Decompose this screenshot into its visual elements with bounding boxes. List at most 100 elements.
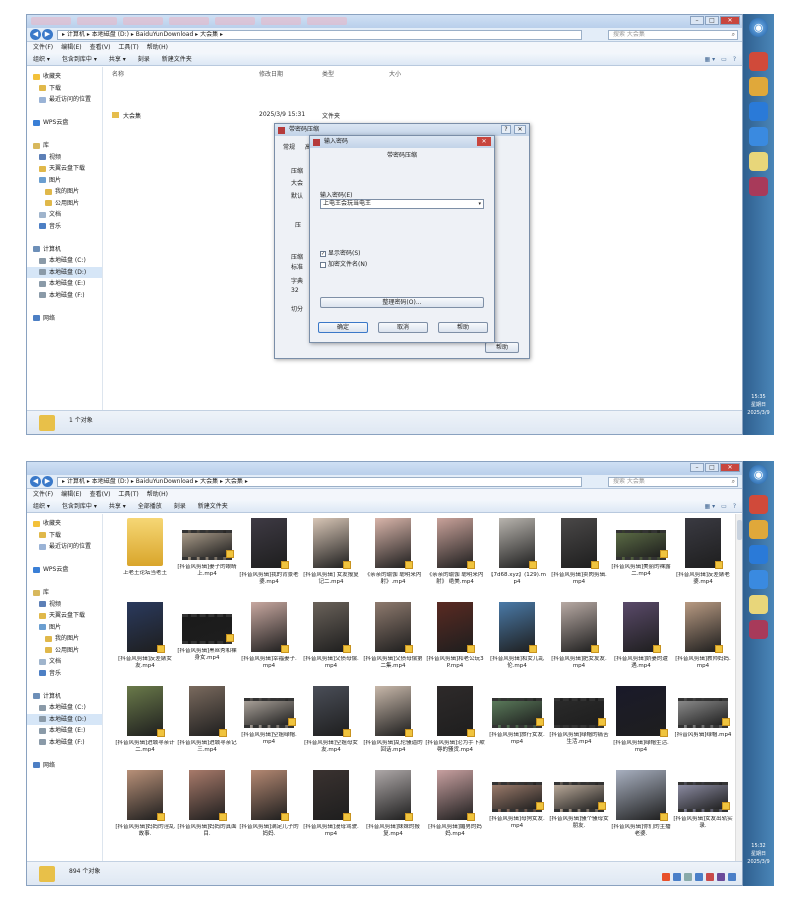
video-file-item[interactable]: [抖音风剪辑]妈妈的淫乱故事. xyxy=(114,770,176,854)
video-file-item[interactable]: [抖音风剪辑]反差婊老婆.mp4 xyxy=(672,518,734,602)
sidebar-item[interactable]: 库 xyxy=(27,140,102,152)
sidebar-item[interactable]: 文档 xyxy=(27,656,102,668)
sidebar-item[interactable]: 本地磁盘 (E:) xyxy=(27,278,102,290)
menu-tools[interactable]: 工具(T) xyxy=(118,42,138,53)
password-input[interactable]: 上电王会玩当电王 ▾ xyxy=(320,199,484,209)
sidebar-item[interactable]: WPS云盘 xyxy=(27,564,102,576)
menu-help[interactable]: 帮助(H) xyxy=(147,42,168,53)
sidebar-item[interactable]: 网络 xyxy=(27,760,102,772)
send-icon[interactable] xyxy=(749,570,768,589)
sogou-ime-icon[interactable] xyxy=(662,873,670,881)
table-row[interactable]: 大会集 2025/3/9 15:31 文件夹 xyxy=(112,111,742,121)
chrome-icon[interactable] xyxy=(749,520,768,539)
include-in-library-button[interactable]: 包含到库中 ▾ xyxy=(62,500,97,512)
cancel-button[interactable]: 取消 xyxy=(378,322,428,333)
video-file-item[interactable]: [抖音风剪辑]母狗女友.mp4 xyxy=(486,770,548,854)
menu-edit[interactable]: 编辑(E) xyxy=(61,42,81,53)
help-button[interactable]: 帮助 xyxy=(438,322,488,333)
video-file-item[interactable]: [抖音风剪辑]女友出轨实录. xyxy=(672,770,734,854)
video-file-item[interactable]: [抖音风剪辑]你们的主播老婆. xyxy=(610,770,672,854)
sidebar-item[interactable]: 本地磁盘 (D:) xyxy=(27,713,102,725)
video-file-item[interactable]: [抖音风剪辑]空姐绿帽.mp4 xyxy=(238,686,300,770)
video-file-item[interactable]: [抖音风剪辑]进城寻亲计二.mp4 xyxy=(114,686,176,770)
forward-arrow-icon[interactable]: ▶ xyxy=(42,29,53,40)
sidebar-item[interactable]: 下载 xyxy=(27,530,102,542)
burn-button[interactable]: 刻录 xyxy=(138,53,150,65)
sidebar-item[interactable]: 本地磁盘 (F:) xyxy=(27,737,102,749)
search-input[interactable]: 搜索 大会集 ⌕ xyxy=(608,30,738,40)
sidebar-item[interactable]: 本地磁盘 (F:) xyxy=(27,290,102,302)
sidebar-item[interactable]: 文档 xyxy=(27,209,102,221)
notes-icon[interactable] xyxy=(749,595,768,614)
video-file-item[interactable]: [抖音风剪辑]幸福妻子.mp4 xyxy=(238,602,300,686)
show-password-checkbox[interactable]: ✓ 显示密码(S) xyxy=(320,248,361,257)
video-file-item[interactable]: [抖音风剪辑]和老公玩3P.mp4 xyxy=(424,602,486,686)
dialog-help-icon[interactable]: ? xyxy=(501,125,511,134)
scrollbar-thumb[interactable] xyxy=(737,520,742,540)
sidebar-item[interactable]: 库 xyxy=(27,587,102,599)
ime-keyboard-icon[interactable] xyxy=(706,873,714,881)
menu-file[interactable]: 文件(F) xyxy=(33,489,53,500)
video-file-item[interactable]: [抖音风剪辑]媚男的妈妈.mp4 xyxy=(424,770,486,854)
sidebar-item[interactable]: 我的图片 xyxy=(27,633,102,645)
include-in-library-button[interactable]: 包含到库中 ▾ xyxy=(62,53,97,65)
video-file-item[interactable]: [抖音风剪辑]妹妹的报复.mp4 xyxy=(362,770,424,854)
video-file-item[interactable]: 《亲亲的瑜伽 聪明来内射》.mp4 xyxy=(362,518,424,602)
sidebar-item[interactable]: 公用图片 xyxy=(27,198,102,210)
video-file-item[interactable]: [抖音风剪辑]卖肉剪辑.mp4 xyxy=(548,518,610,602)
menu-view[interactable]: 查看(V) xyxy=(90,42,111,53)
video-file-item[interactable]: [抖音风剪辑]绿帽生活.mp4 xyxy=(610,686,672,770)
video-file-item[interactable]: [抖音风剪辑]妈妈的真面目. xyxy=(176,770,238,854)
ok-button[interactable]: 确定 xyxy=(318,322,368,333)
winrar-icon[interactable] xyxy=(749,177,768,196)
netdisk-icon[interactable] xyxy=(749,102,768,121)
preview-pane-icon[interactable]: ▭ xyxy=(721,53,727,66)
play-all-button[interactable]: 全部播放 xyxy=(138,500,162,512)
video-file-item[interactable]: [抖音风剪辑]反差婊女友.mp4 xyxy=(114,602,176,686)
video-file-item[interactable]: [抖音风剪辑]骚个骚母女朋友. xyxy=(548,770,610,854)
sidebar-item[interactable]: 公用图片 xyxy=(27,645,102,657)
sidebar-item[interactable]: 本地磁盘 (D:) xyxy=(27,266,102,278)
ime-menu-icon[interactable] xyxy=(728,873,736,881)
sidebar-item[interactable]: WPS云盘 xyxy=(27,117,102,129)
video-file-item[interactable]: [抖音风剪辑]教师妈妈.mp4 xyxy=(672,602,734,686)
close-button[interactable]: ✕ xyxy=(720,16,740,25)
column-date[interactable]: 修改日期 xyxy=(259,69,283,78)
menu-edit[interactable]: 编辑(E) xyxy=(61,489,81,500)
search-input[interactable]: 搜索 大会集 ⌕ xyxy=(608,477,738,487)
tab-general[interactable]: 常规 xyxy=(283,142,295,151)
sidebar-item[interactable]: 最近访问的位置 xyxy=(27,541,102,553)
sidebar-item[interactable]: 天翼云盘下载 xyxy=(27,163,102,175)
send-icon[interactable] xyxy=(749,127,768,146)
sidebar-item[interactable]: 本地磁盘 (C:) xyxy=(27,255,102,267)
video-file-item[interactable]: [抖音风剪辑] 女友报复记二.mp4 xyxy=(300,518,362,602)
encrypt-names-checkbox[interactable]: 加密文件名(N) xyxy=(320,259,367,268)
menu-help[interactable]: 帮助(H) xyxy=(147,489,168,500)
address-bar[interactable]: ▸ 计算机 ▸ 本地磁盘 (D:) ▸ BaiduYunDownload ▸ 大… xyxy=(57,477,582,487)
view-options-icon[interactable]: ▦ ▾ xyxy=(705,500,716,513)
address-bar[interactable]: ▸ 计算机 ▸ 本地磁盘 (D:) ▸ BaiduYunDownload ▸ 大… xyxy=(57,30,582,40)
minimize-button[interactable]: – xyxy=(690,463,704,472)
sidebar-item[interactable]: 图片 xyxy=(27,622,102,634)
sidebar-item[interactable]: 我的图片 xyxy=(27,186,102,198)
netdisk-icon[interactable] xyxy=(749,545,768,564)
ime-skin-icon[interactable] xyxy=(717,873,725,881)
vertical-scrollbar[interactable] xyxy=(735,514,742,861)
maximize-button[interactable]: □ xyxy=(705,16,719,25)
burn-button[interactable]: 刻录 xyxy=(174,500,186,512)
chrome-icon[interactable] xyxy=(749,52,768,71)
sidebar-item[interactable]: 本地磁盘 (E:) xyxy=(27,725,102,737)
sidebar-item[interactable]: 计算机 xyxy=(27,244,102,256)
sidebar-item[interactable]: 收藏夹 xyxy=(27,71,102,83)
video-file-item[interactable]: [抖音风剪辑]和女儿乱伦.mp4 xyxy=(486,602,548,686)
share-button[interactable]: 共享 ▾ xyxy=(109,53,126,65)
maximize-button[interactable]: □ xyxy=(705,463,719,472)
chrome-icon[interactable] xyxy=(749,495,768,514)
sidebar-item[interactable]: 最近访问的位置 xyxy=(27,94,102,106)
video-file-item[interactable]: [抖音风剪辑]肥女友友.mp4 xyxy=(548,602,610,686)
ime-lang-icon[interactable] xyxy=(673,873,681,881)
start-button[interactable]: ◉ xyxy=(749,465,768,484)
view-options-icon[interactable]: ▦ ▾ xyxy=(705,53,716,66)
preview-pane-icon[interactable]: ▭ xyxy=(721,500,727,513)
sidebar-item[interactable]: 音乐 xyxy=(27,668,102,680)
